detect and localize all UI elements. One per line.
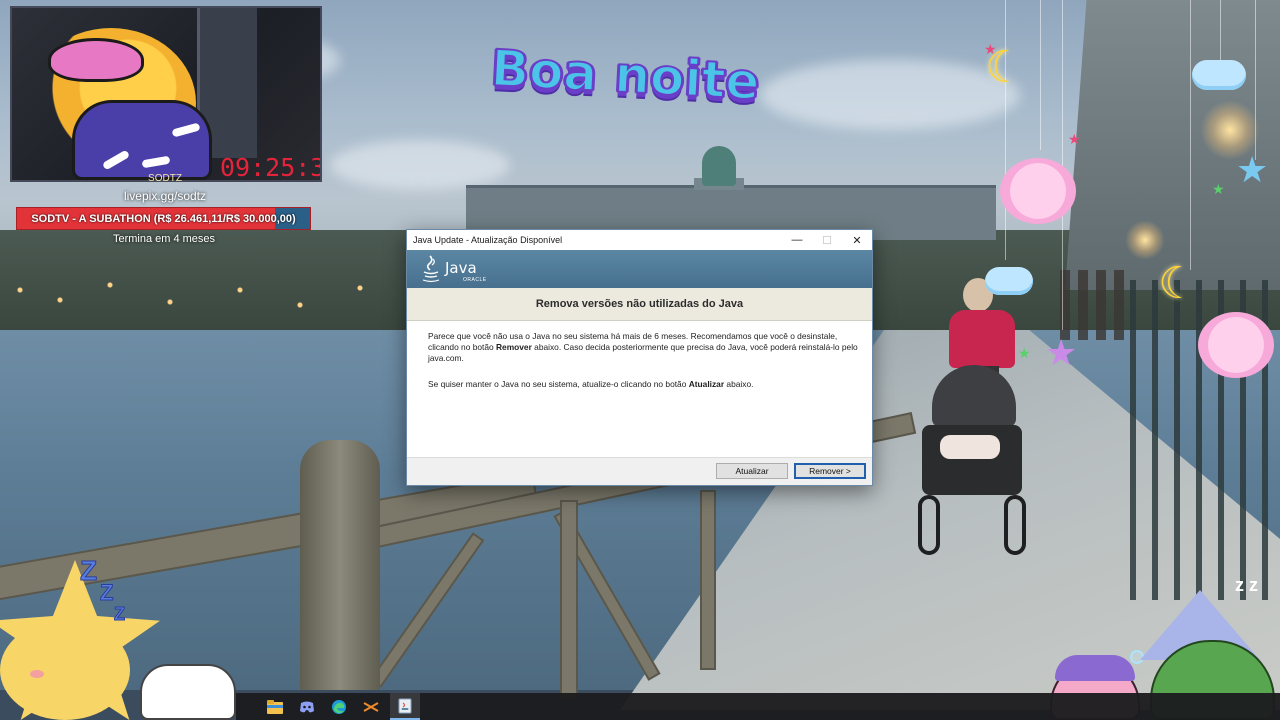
capcut-icon	[363, 701, 379, 712]
java-logo-text: Java	[445, 259, 477, 277]
star-icon: ★	[1045, 332, 1078, 373]
zzz-icon: Z	[79, 555, 98, 587]
dialog-header: Remova versões não utilizadas do Java	[407, 288, 872, 321]
paragraph-update: Se quiser manter o Java no seu sistema, …	[428, 379, 858, 390]
remove-button[interactable]: Remover >	[794, 463, 866, 479]
webcam-frame: 09:25:32	[10, 6, 322, 182]
taskbar-edge[interactable]	[324, 693, 354, 720]
dialog-content: Parece que você não usa o Java no seu si…	[407, 321, 872, 457]
star-icon: ★	[1068, 131, 1081, 147]
zzz-icon: Z	[99, 580, 114, 606]
edge-icon	[332, 699, 346, 714]
zzz-icon: z z	[1235, 575, 1259, 595]
street-lamp	[1125, 220, 1165, 260]
hanging-string	[1190, 0, 1191, 270]
streamer-name: SODTZ	[148, 173, 182, 184]
kirby-nightcap	[1055, 655, 1135, 681]
paragraph-remove: Parece que você não usa o Java no seu si…	[428, 331, 858, 364]
star-icon: ★	[1236, 149, 1269, 190]
remove-keyword: Remover	[495, 342, 532, 352]
railing-strut	[700, 490, 716, 670]
ends-in-label: Termina em 4 meses	[112, 233, 216, 245]
star-icon: ★	[1018, 345, 1031, 361]
city-lights	[0, 260, 420, 330]
blanket	[72, 100, 212, 180]
railing-post	[300, 440, 380, 690]
railing-strut	[560, 500, 578, 700]
cheek	[30, 670, 44, 678]
java-update-dialog: Java Update - Atualização Disponível — ☐…	[406, 229, 873, 486]
star-icon: ★	[1212, 181, 1225, 197]
hanging-string	[1040, 0, 1041, 150]
paragraph-text: Se quiser manter o Java no seu sistema, …	[428, 379, 689, 389]
close-button[interactable]: ✕	[842, 230, 872, 250]
cloud	[330, 140, 510, 190]
cloud-icon	[1192, 60, 1246, 90]
dialog-titlebar[interactable]: Java Update - Atualização Disponível — ☐…	[407, 230, 872, 250]
hanging-string	[1255, 0, 1256, 160]
java-banner: Java ORACLE	[407, 250, 872, 288]
taskbar-java-update[interactable]	[390, 693, 420, 720]
update-button[interactable]: Atualizar	[716, 463, 788, 479]
taskbar-file-explorer[interactable]	[260, 693, 290, 720]
livepix-link: livepix.gg/sodtz	[123, 189, 207, 203]
dialog-footer: Atualizar Remover >	[407, 457, 872, 485]
taskbar-discord[interactable]	[292, 693, 322, 720]
paragraph-text: abaixo.	[724, 379, 754, 389]
sleeping-cat	[140, 664, 236, 720]
dialog-title: Java Update - Atualização Disponível	[413, 235, 563, 245]
subathon-goal-bar: SODTV - A SUBATHON (R$ 26.461,11/R$ 30.0…	[16, 207, 311, 230]
minimize-button[interactable]: —	[782, 230, 812, 250]
stroller-hood	[932, 365, 1016, 427]
hanging-string	[1220, 0, 1221, 60]
cloud	[760, 60, 1020, 130]
java-cup-icon	[422, 255, 440, 283]
sleeping-star-face	[0, 620, 130, 720]
file-explorer-icon	[267, 699, 283, 714]
update-keyword: Atualizar	[688, 379, 725, 389]
cloud-icon	[985, 267, 1033, 295]
subathon-timer: 09:25:32	[220, 153, 320, 182]
bubble	[1130, 650, 1144, 664]
zzz-icon: Z	[114, 604, 126, 625]
star-icon: ★	[984, 41, 997, 57]
woman-shirt	[949, 310, 1015, 368]
java-update-icon	[398, 698, 412, 713]
taskbar	[236, 693, 1280, 720]
stroller	[918, 365, 1028, 565]
pedestrians	[1060, 270, 1130, 340]
maximize-button[interactable]: ☐	[812, 230, 842, 250]
java-logo: Java ORACLE	[421, 255, 491, 285]
goal-text: SODTV - A SUBATHON (R$ 26.461,11/R$ 30.0…	[31, 213, 296, 225]
greeting-banner: Boa noite	[489, 38, 762, 112]
discord-icon	[300, 701, 314, 712]
sheep-icon	[1198, 312, 1274, 378]
stroller-wheel	[918, 495, 940, 555]
hanging-string	[1005, 0, 1006, 260]
sheep-icon	[1000, 158, 1076, 224]
baby	[940, 435, 1000, 459]
sleep-cap	[48, 38, 144, 82]
moon-icon: ☾	[1158, 259, 1198, 308]
taskbar-capcut[interactable]	[356, 693, 386, 720]
stroller-wheel	[1004, 495, 1026, 555]
oracle-logo-text: ORACLE	[463, 277, 487, 283]
castle-dome	[702, 146, 736, 186]
dialog-heading: Remova versões não utilizadas do Java	[535, 298, 744, 310]
